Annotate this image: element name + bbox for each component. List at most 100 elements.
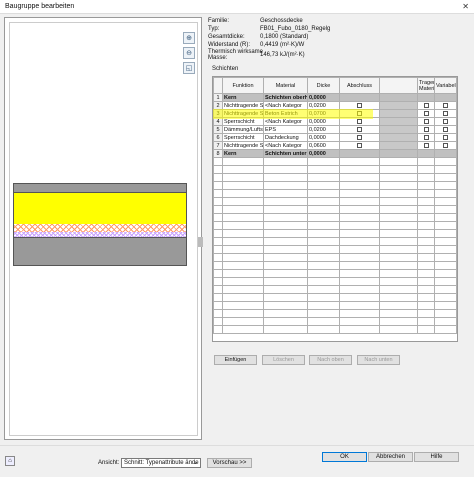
typ-value: FB01_Fubo_0180_Regelg <box>260 26 331 32</box>
cell-tragendes-material[interactable] <box>417 101 435 110</box>
cell-tragendes-material[interactable] <box>417 93 435 102</box>
cell-abschluss[interactable] <box>339 141 380 150</box>
cell-funktion[interactable]: Kern <box>222 93 264 102</box>
cell-funktion[interactable]: Kern <box>222 149 264 158</box>
nach-oben-button[interactable]: Nach oben <box>309 355 352 365</box>
ok-button[interactable]: OK <box>322 452 367 462</box>
cell-material[interactable]: <Nach Kategor <box>263 117 308 126</box>
cell-tragendes-material[interactable] <box>417 141 435 150</box>
col-header-tragendes-material: Tragendes Material <box>417 77 435 94</box>
variabel-checkbox[interactable] <box>443 102 448 108</box>
cell-abschluss[interactable] <box>339 117 380 126</box>
cell-material[interactable]: <Nach Kategor <box>263 101 308 110</box>
cell-dicke[interactable]: 0,0600 <box>307 141 340 150</box>
cell-dicke[interactable]: 0,0000 <box>307 93 340 102</box>
table-row[interactable]: 1 Kern Schichten oberh 0,0000 <box>213 93 457 102</box>
zoom-in-icon[interactable]: ⊕ <box>183 32 195 44</box>
table-row[interactable]: 8 Kern Schichten unter 0,0000 <box>213 149 457 158</box>
cell-material[interactable]: Schichten oberh <box>263 93 308 102</box>
table-row[interactable]: 2 Nichttragende Sc <Nach Kategor 0,0200 <box>213 101 457 110</box>
cell-abschluss[interactable] <box>339 133 380 142</box>
cell-variabel[interactable] <box>434 93 457 102</box>
cell-funktion[interactable]: Nichttragende Sc <box>222 109 264 118</box>
cell-variabel[interactable] <box>434 109 457 118</box>
cell-dicke[interactable]: 0,0200 <box>307 101 340 110</box>
table-row[interactable]: 4 Sperrschicht <Nach Kategor 0,0000 <box>213 117 457 126</box>
variabel-checkbox[interactable] <box>443 142 448 148</box>
cell-variabel[interactable] <box>434 133 457 142</box>
preview-scroll-handle[interactable] <box>198 237 203 247</box>
cell-tragendes-material[interactable] <box>417 109 435 118</box>
table-row[interactable]: 6 Sperrschicht Dachdeckung 0,0000 <box>213 133 457 142</box>
loeschen-button[interactable]: Löschen <box>262 355 305 365</box>
tragendes-material-checkbox[interactable] <box>423 118 429 124</box>
abschluss-checkbox[interactable] <box>357 102 362 108</box>
chevron-down-icon: ⌄ <box>192 460 198 466</box>
cell-material[interactable]: Beton Estrich <box>263 109 308 118</box>
abschluss-checkbox[interactable] <box>357 110 362 116</box>
variabel-checkbox[interactable] <box>443 110 448 116</box>
cell-funktion[interactable]: Nichttragende Sc <box>222 141 264 150</box>
dicke-label: Gesamtdicke: <box>208 34 245 40</box>
cell-variabel[interactable] <box>434 149 457 158</box>
zoom-out-icon[interactable]: ⊖ <box>183 47 195 59</box>
layers-table-container: Funktion Material Dicke Abschluss Tragen… <box>212 76 458 342</box>
layer-eps-insulation <box>13 224 187 232</box>
cell-tragendes-material[interactable] <box>417 133 435 142</box>
variabel-checkbox[interactable] <box>443 126 448 132</box>
abschluss-checkbox[interactable] <box>357 118 362 124</box>
cell-dicke[interactable]: 0,0000 <box>307 133 340 142</box>
table-row[interactable]: 7 Nichttragende Sc <Nach Kategor 0,0600 <box>213 141 457 150</box>
familie-label: Familie: <box>208 18 230 24</box>
cell-material[interactable]: EPS <box>263 125 308 134</box>
cell-variabel[interactable] <box>434 125 457 134</box>
cell-tragendes-material[interactable] <box>417 125 435 134</box>
cell-variabel[interactable] <box>434 101 457 110</box>
tragendes-material-checkbox[interactable] <box>423 102 429 108</box>
hilfe-button[interactable]: Hilfe <box>414 452 459 462</box>
row-number: 8 <box>213 149 223 158</box>
abschluss-checkbox[interactable] <box>357 134 362 140</box>
close-icon[interactable]: ✕ <box>462 2 469 11</box>
tragendes-material-checkbox[interactable] <box>423 142 429 148</box>
vorschau-button[interactable]: Vorschau >> <box>207 458 252 468</box>
cell-material[interactable]: Dachdeckung <box>263 133 308 142</box>
variabel-checkbox[interactable] <box>443 134 448 140</box>
nach-unten-button[interactable]: Nach unten <box>357 355 400 365</box>
table-row[interactable]: 3 Nichttragende Sc Beton Estrich 0,0700 <box>213 109 457 118</box>
abschluss-checkbox[interactable] <box>357 142 362 148</box>
variabel-checkbox[interactable] <box>443 118 448 124</box>
cell-tragendes-material[interactable] <box>417 149 435 158</box>
col-header-index <box>213 77 223 94</box>
cell-dicke[interactable]: 0,0200 <box>307 125 340 134</box>
zoom-fit-icon[interactable]: ◱ <box>183 62 195 74</box>
cell-abschluss[interactable] <box>339 93 380 102</box>
view-toolbar: ⊕ ⊖ ◱ <box>183 32 197 84</box>
cell-variabel[interactable] <box>434 117 457 126</box>
tragendes-material-checkbox[interactable] <box>423 110 429 116</box>
abschluss-checkbox[interactable] <box>357 126 362 132</box>
cell-abschluss[interactable] <box>339 101 380 110</box>
cell-funktion[interactable]: Dämmung/Luftsc <box>222 125 264 134</box>
cell-dicke[interactable]: 0,0000 <box>307 117 340 126</box>
cell-abschluss[interactable] <box>339 109 380 118</box>
cell-tragendes-material[interactable] <box>417 117 435 126</box>
cell-variabel[interactable] <box>434 141 457 150</box>
cell-dicke[interactable]: 0,0000 <box>307 149 340 158</box>
cell-material[interactable]: <Nach Kategor <box>263 141 308 150</box>
cell-dicke[interactable]: 0,0700 <box>307 109 340 118</box>
help-corner-icon[interactable]: ⌂ <box>5 456 15 466</box>
cell-funktion[interactable]: Sperrschicht <box>222 133 264 142</box>
layer-bottom-core <box>13 237 187 266</box>
abbrechen-button[interactable]: Abbrechen <box>368 452 413 462</box>
cell-abschluss[interactable] <box>339 125 380 134</box>
table-row[interactable]: 5 Dämmung/Luftsc EPS 0,0200 <box>213 125 457 134</box>
cell-abschluss[interactable] <box>339 149 380 158</box>
cell-material[interactable]: Schichten unter <box>263 149 308 158</box>
einfuegen-button[interactable]: Einfügen <box>214 355 257 365</box>
ansicht-select[interactable]: Schnitt: Typenattribute ände ⌄ <box>121 458 201 468</box>
cell-funktion[interactable]: Sperrschicht <box>222 117 264 126</box>
tragendes-material-checkbox[interactable] <box>423 134 429 140</box>
cell-funktion[interactable]: Nichttragende Sc <box>222 101 264 110</box>
tragendes-material-checkbox[interactable] <box>423 126 429 132</box>
